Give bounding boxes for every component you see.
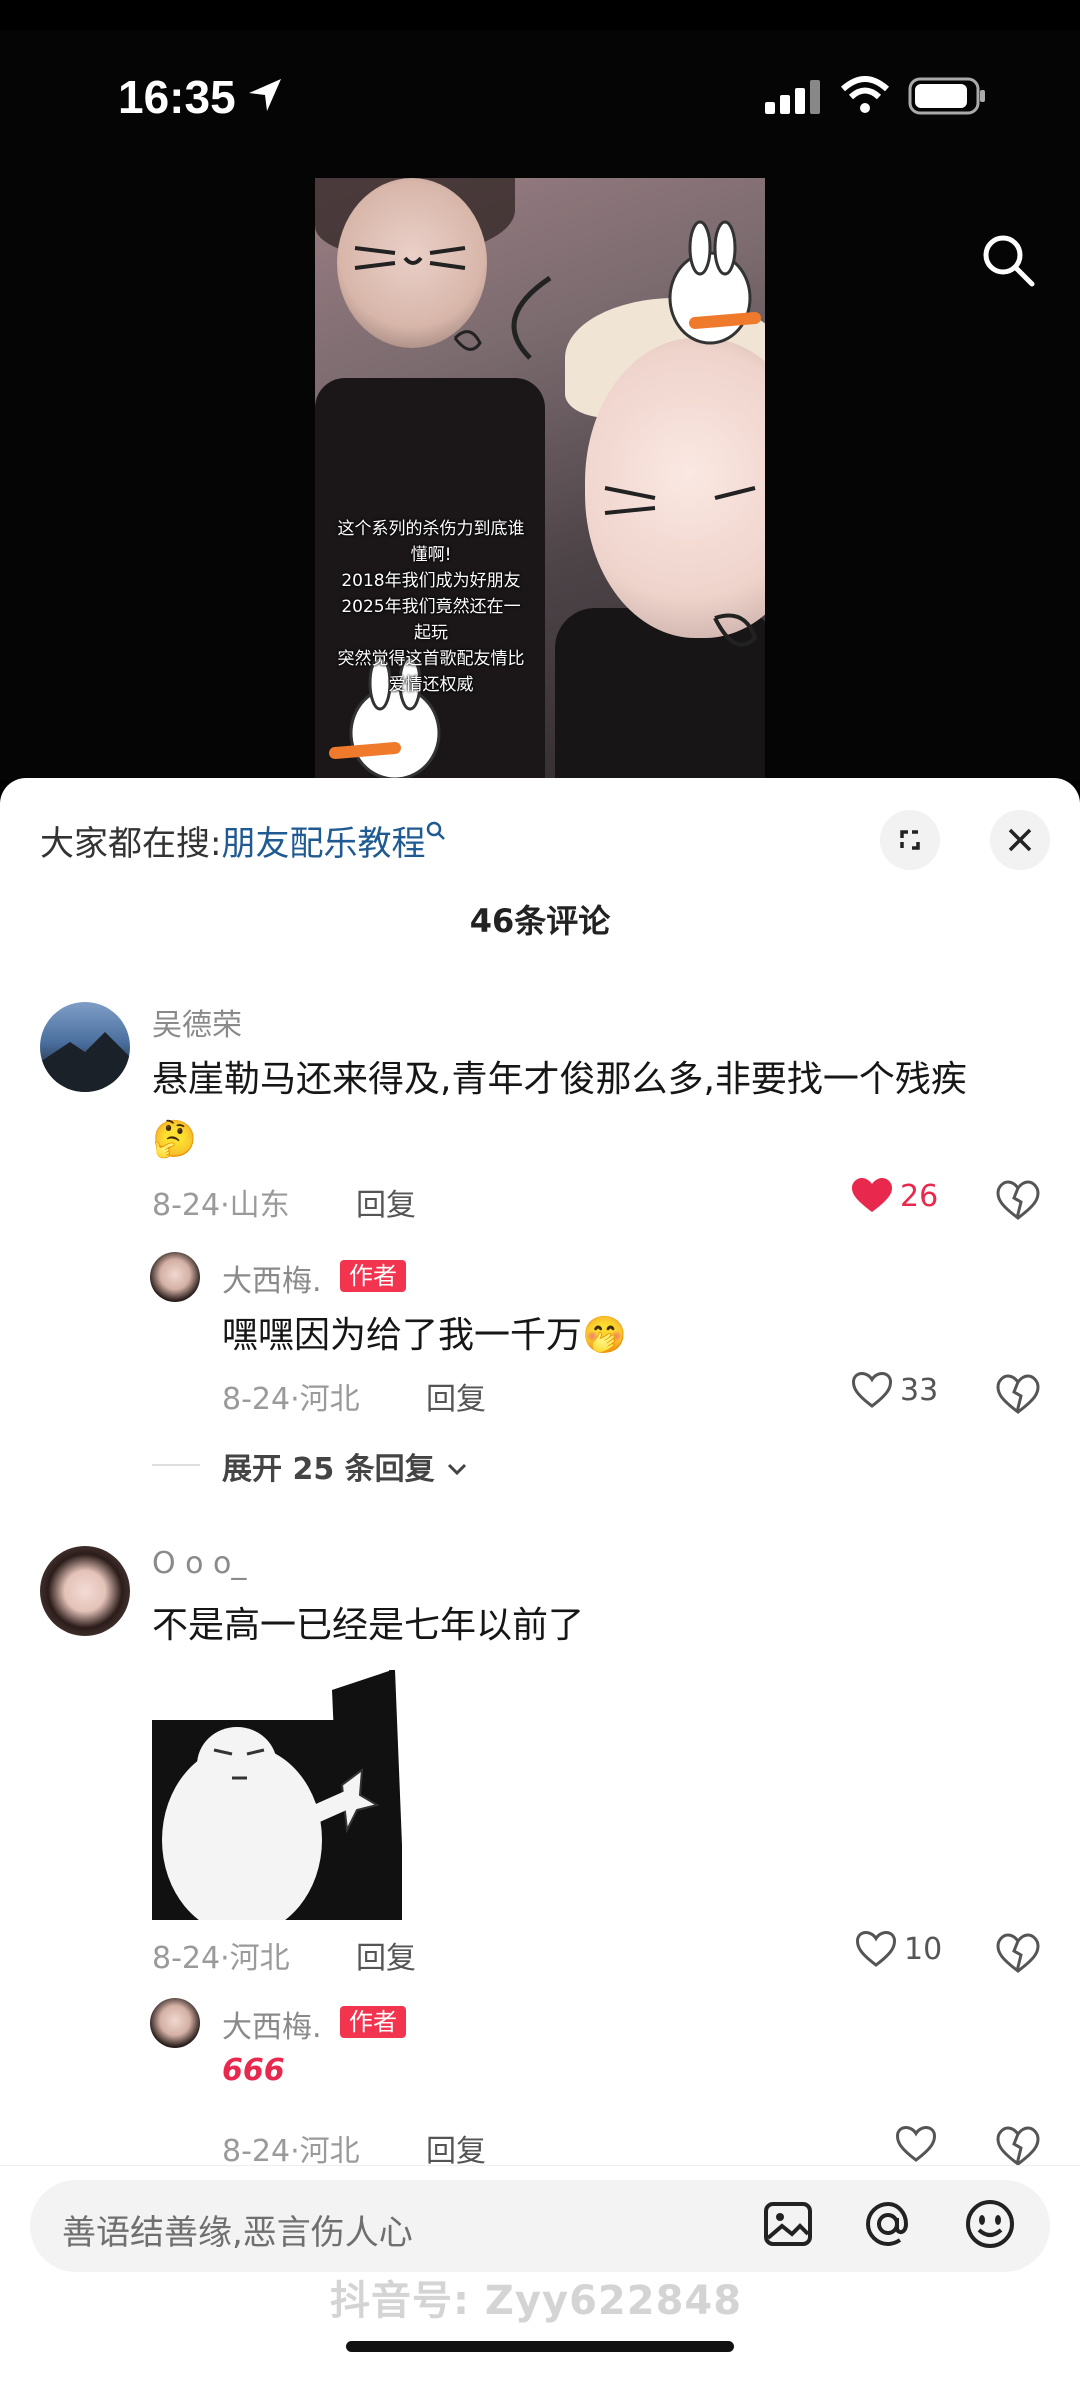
dislike-broken-heart-icon[interactable] — [996, 1178, 1040, 1222]
like-button[interactable]: 33 — [852, 1372, 938, 1408]
home-indicator[interactable] — [346, 2341, 734, 2352]
dislike-broken-heart-icon[interactable] — [996, 1372, 1040, 1416]
comment-username[interactable]: 吴德荣 — [152, 1000, 242, 1044]
trending-search-keyword[interactable]: 朋友配乐教程 — [221, 824, 425, 864]
reply-text: 嘿嘿因为给了我一千万🤭 — [222, 1315, 627, 1356]
trending-search-hint[interactable]: 大家都在搜:朋友配乐教程 — [40, 816, 447, 865]
video-caption: 这个系列的杀伤力到底谁 懂啊! 2018年我们成为好朋友 2025年我们竟然还在… — [337, 519, 525, 695]
emoji-face-icon[interactable] — [962, 2196, 1018, 2252]
reply-text-666: 666 — [222, 2053, 285, 2088]
heart-outline-icon — [852, 1372, 892, 1408]
reply-avatar[interactable] — [150, 1252, 200, 1302]
author-badge: 作者 — [340, 2006, 406, 2038]
status-time: 16:35 — [118, 71, 236, 123]
mention-at-icon[interactable] — [860, 2196, 916, 2252]
status-bar: 16:35 — [0, 30, 1080, 123]
comment-count: 46条评论 — [469, 902, 611, 940]
dislike-broken-heart-icon[interactable] — [996, 1931, 1040, 1975]
comment-input-placeholder[interactable]: 善语结善缘,恶言伤人心 — [62, 2205, 413, 2254]
small-search-icon — [427, 821, 446, 840]
reply-username[interactable]: 大西梅. — [222, 1256, 322, 1300]
search-icon[interactable] — [978, 230, 1038, 290]
sticker-overlay — [329, 220, 761, 781]
reply-button[interactable]: 回复 — [426, 1374, 486, 1418]
douyin-watermark: 抖音号: Zyy622848 — [330, 2278, 743, 2324]
trending-search-prefix: 大家都在搜: — [40, 824, 222, 864]
reply-button[interactable]: 回复 — [356, 1933, 416, 1977]
heart-filled-icon — [852, 1178, 892, 1212]
dislike-broken-heart-icon[interactable] — [996, 2124, 1040, 2168]
reply-meta: 8-24·河北 — [222, 1382, 360, 1417]
reply-button[interactable]: 回复 — [426, 2126, 486, 2170]
comment-meta: 8-24·河北 — [152, 1941, 290, 1976]
video-thumbnail[interactable]: 这个系列的杀伤力到底谁 懂啊! 2018年我们成为好朋友 2025年我们竟然还在… — [315, 178, 765, 808]
expand-replies-button[interactable]: 展开 25 条回复 — [222, 1444, 469, 1488]
reply-username[interactable]: 大西梅. — [222, 2002, 322, 2046]
like-count: 10 — [904, 1931, 943, 1967]
like-button[interactable]: 10 — [856, 1931, 942, 1967]
thinking-emoji: 🤔 — [152, 1119, 197, 1160]
avatar[interactable] — [40, 1546, 130, 1636]
wifi-icon — [840, 76, 890, 113]
like-count: 26 — [900, 1178, 939, 1214]
meme-sticker-image[interactable] — [152, 1669, 405, 1935]
image-icon[interactable] — [760, 2196, 816, 2252]
battery-icon — [908, 77, 985, 115]
comment-username[interactable]: O o o_ — [152, 1546, 246, 1581]
comment-sheet: 大家都在搜:朋友配乐教程 46条评论 吴德荣 悬崖勒马还来得及,青年才俊那么多,… — [0, 778, 1080, 2358]
comment-text: 悬崖勒马还来得及,青年才俊那么多,非要找一个残疾 🤔 — [152, 1059, 967, 1160]
author-badge: 作者 — [340, 1260, 406, 1292]
expand-divider — [152, 1464, 200, 1466]
heart-outline-icon[interactable] — [896, 2126, 936, 2162]
reply-meta: 8-24·河北 — [222, 2134, 360, 2169]
video-player[interactable]: 这个系列的杀伤力到底谁 懂啊! 2018年我们成为好朋友 2025年我们竟然还在… — [0, 30, 1080, 808]
reply-button[interactable]: 回复 — [356, 1180, 416, 1224]
heart-outline-icon — [856, 1931, 896, 1967]
location-arrow-icon — [249, 79, 281, 111]
comment-meta: 8-24·山东 — [152, 1188, 290, 1223]
cellular-signal-icon — [765, 80, 820, 114]
fullscreen-expand-icon[interactable] — [880, 810, 940, 870]
chevron-down-icon — [448, 1463, 467, 1476]
close-icon[interactable] — [990, 810, 1050, 870]
shush-emoji: 🤭 — [582, 1315, 627, 1356]
avatar[interactable] — [40, 1002, 130, 1092]
like-count: 33 — [900, 1372, 939, 1408]
reply-avatar[interactable] — [150, 1998, 200, 2048]
like-button[interactable]: 26 — [852, 1178, 938, 1214]
comment-text: 不是高一已经是七年以前了 — [152, 1605, 585, 1646]
